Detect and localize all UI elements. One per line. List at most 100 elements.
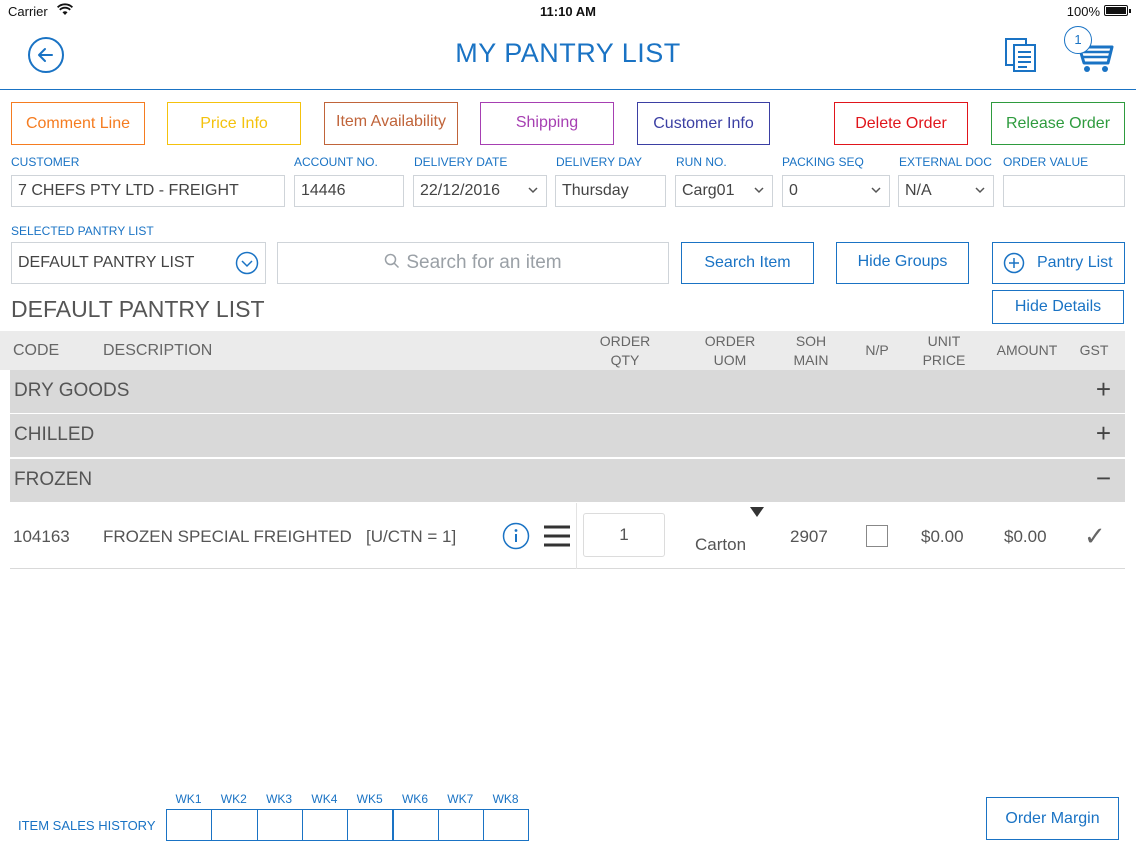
- menu-icon[interactable]: [543, 524, 571, 548]
- clock: 11:10 AM: [540, 4, 596, 19]
- col-order-qty: ORDER QTY: [585, 332, 665, 370]
- week-sales-cell: [483, 809, 530, 841]
- chevron-down-icon: [754, 187, 764, 194]
- expand-plus-icon[interactable]: +: [1096, 374, 1111, 405]
- sales-history-label: ITEM SALES HISTORY: [18, 818, 156, 833]
- week-sales-cell: [301, 809, 349, 841]
- col-order-qty-line2: QTY: [610, 352, 640, 368]
- search-item-button[interactable]: Search Item: [681, 242, 814, 284]
- col-amount: AMOUNT: [996, 342, 1058, 358]
- week-sales-cell: [437, 809, 485, 841]
- hide-details-button[interactable]: Hide Details: [992, 290, 1124, 324]
- delivery-day-value: Thursday: [562, 182, 629, 199]
- collapse-minus-icon[interactable]: −: [1096, 463, 1111, 494]
- group-name: DRY GOODS: [14, 380, 130, 401]
- header-divider: [0, 89, 1136, 90]
- run-no-select[interactable]: Carg01: [675, 175, 773, 207]
- release-order-button[interactable]: Release Order: [991, 102, 1125, 145]
- group-row-chilled[interactable]: CHILLED +: [10, 414, 1125, 457]
- pantry-list-value: DEFAULT PANTRY LIST: [18, 254, 195, 271]
- col-unit-price: UNIT PRICE: [914, 332, 974, 370]
- pantry-list-button-label: Pantry List: [1037, 254, 1113, 271]
- customer-field[interactable]: 7 CHEFS PTY LTD - FREIGHT: [11, 175, 285, 207]
- order-qty-value: 1: [619, 525, 629, 544]
- order-value-label: ORDER VALUE: [1003, 155, 1089, 169]
- triangle-down-icon: [750, 507, 764, 517]
- week-label: WK3: [266, 792, 293, 806]
- item-code: 104163: [13, 527, 70, 546]
- delivery-date-select[interactable]: 22/12/2016: [413, 175, 547, 207]
- order-value-field[interactable]: [1003, 175, 1125, 207]
- delivery-date-label: DELIVERY DATE: [414, 155, 508, 169]
- soh-value: 2907: [790, 527, 828, 546]
- item-availability-button[interactable]: Item Availability: [324, 102, 458, 145]
- documents-icon[interactable]: [1003, 37, 1039, 73]
- np-checkbox[interactable]: [866, 525, 888, 547]
- delete-order-button[interactable]: Delete Order: [834, 102, 968, 145]
- info-icon[interactable]: [502, 522, 530, 550]
- packing-seq-value: 0: [789, 182, 798, 199]
- comment-line-button[interactable]: Comment Line: [11, 102, 145, 145]
- week-label: WK4: [311, 792, 338, 806]
- add-pantry-list-button[interactable]: Pantry List: [992, 242, 1125, 284]
- table-header: CODE DESCRIPTION ORDER QTY ORDER UOM SOH…: [0, 331, 1125, 370]
- col-order-uom-line2: UOM: [713, 352, 747, 368]
- customer-info-button[interactable]: Customer Info: [637, 102, 770, 145]
- section-title: DEFAULT PANTRY LIST: [11, 296, 265, 322]
- battery-percent: 100%: [1066, 4, 1100, 19]
- chevron-down-icon: [528, 187, 538, 194]
- run-no-label: RUN NO.: [676, 155, 727, 169]
- col-np: N/P: [865, 342, 889, 358]
- expand-plus-icon[interactable]: +: [1096, 418, 1111, 449]
- week-sales-cell: [347, 809, 394, 841]
- week-label: WK6: [401, 792, 428, 806]
- col-order-uom-line1: ORDER: [704, 333, 756, 349]
- uom-value: Carton: [695, 535, 747, 554]
- shipping-button[interactable]: Shipping: [480, 102, 614, 145]
- amount-value: $0.00: [1004, 527, 1047, 546]
- search-input[interactable]: Search for an item: [277, 242, 669, 284]
- gst-check-icon: ✓: [1084, 521, 1106, 551]
- order-qty-input[interactable]: 1: [583, 513, 665, 557]
- col-unit-price-line2: PRICE: [922, 352, 966, 368]
- order-margin-button[interactable]: Order Margin: [986, 797, 1119, 840]
- customer-value: 7 CHEFS PTY LTD - FREIGHT: [18, 182, 239, 199]
- group-row-frozen[interactable]: FROZEN −: [10, 459, 1125, 502]
- item-pack: [U/CTN = 1]: [366, 527, 457, 546]
- col-unit-price-line1: UNIT: [927, 333, 961, 349]
- chevron-down-icon: [975, 187, 985, 194]
- status-bar: Carrier 11:10 AM 100%: [0, 0, 1136, 22]
- delivery-day-field[interactable]: Thursday: [555, 175, 666, 207]
- search-placeholder: Search for an item: [406, 252, 562, 273]
- packing-seq-label: PACKING SEQ: [782, 155, 864, 169]
- week-label: WK5: [356, 792, 383, 806]
- week-sales-cell: [392, 809, 439, 841]
- customer-label: CUSTOMER: [11, 155, 80, 169]
- col-code: CODE: [13, 342, 60, 359]
- cart-count-badge: 1: [1064, 26, 1092, 54]
- external-doc-select[interactable]: N/A: [898, 175, 994, 207]
- col-gst: GST: [1079, 342, 1109, 358]
- week-sales-cell: [211, 809, 258, 841]
- week-label: WK2: [220, 792, 247, 806]
- chevron-circle-down-icon: [235, 251, 259, 275]
- pantry-list-select[interactable]: DEFAULT PANTRY LIST: [11, 242, 266, 284]
- packing-seq-select[interactable]: 0: [782, 175, 890, 207]
- group-row-dry-goods[interactable]: DRY GOODS +: [10, 370, 1125, 413]
- price-info-button[interactable]: Price Info: [167, 102, 301, 145]
- item-description: FROZEN SPECIAL FREIGHTED: [103, 527, 352, 546]
- week-label: WK7: [447, 792, 474, 806]
- run-no-value: Carg01: [682, 182, 735, 199]
- uom-select[interactable]: Carton: [682, 503, 782, 567]
- week-label: WK8: [492, 792, 519, 806]
- account-no-field[interactable]: 14446: [294, 175, 404, 207]
- search-icon: [385, 253, 400, 269]
- col-soh-line2: MAIN: [793, 352, 829, 368]
- hide-groups-button[interactable]: Hide Groups: [836, 242, 969, 284]
- col-order-qty-line1: ORDER: [599, 333, 651, 349]
- plus-circle-icon: [1003, 252, 1025, 274]
- external-doc-value: N/A: [905, 182, 932, 199]
- unit-price-value: $0.00: [921, 527, 964, 546]
- account-no-label: ACCOUNT NO.: [294, 155, 378, 169]
- chevron-down-icon: [871, 187, 881, 194]
